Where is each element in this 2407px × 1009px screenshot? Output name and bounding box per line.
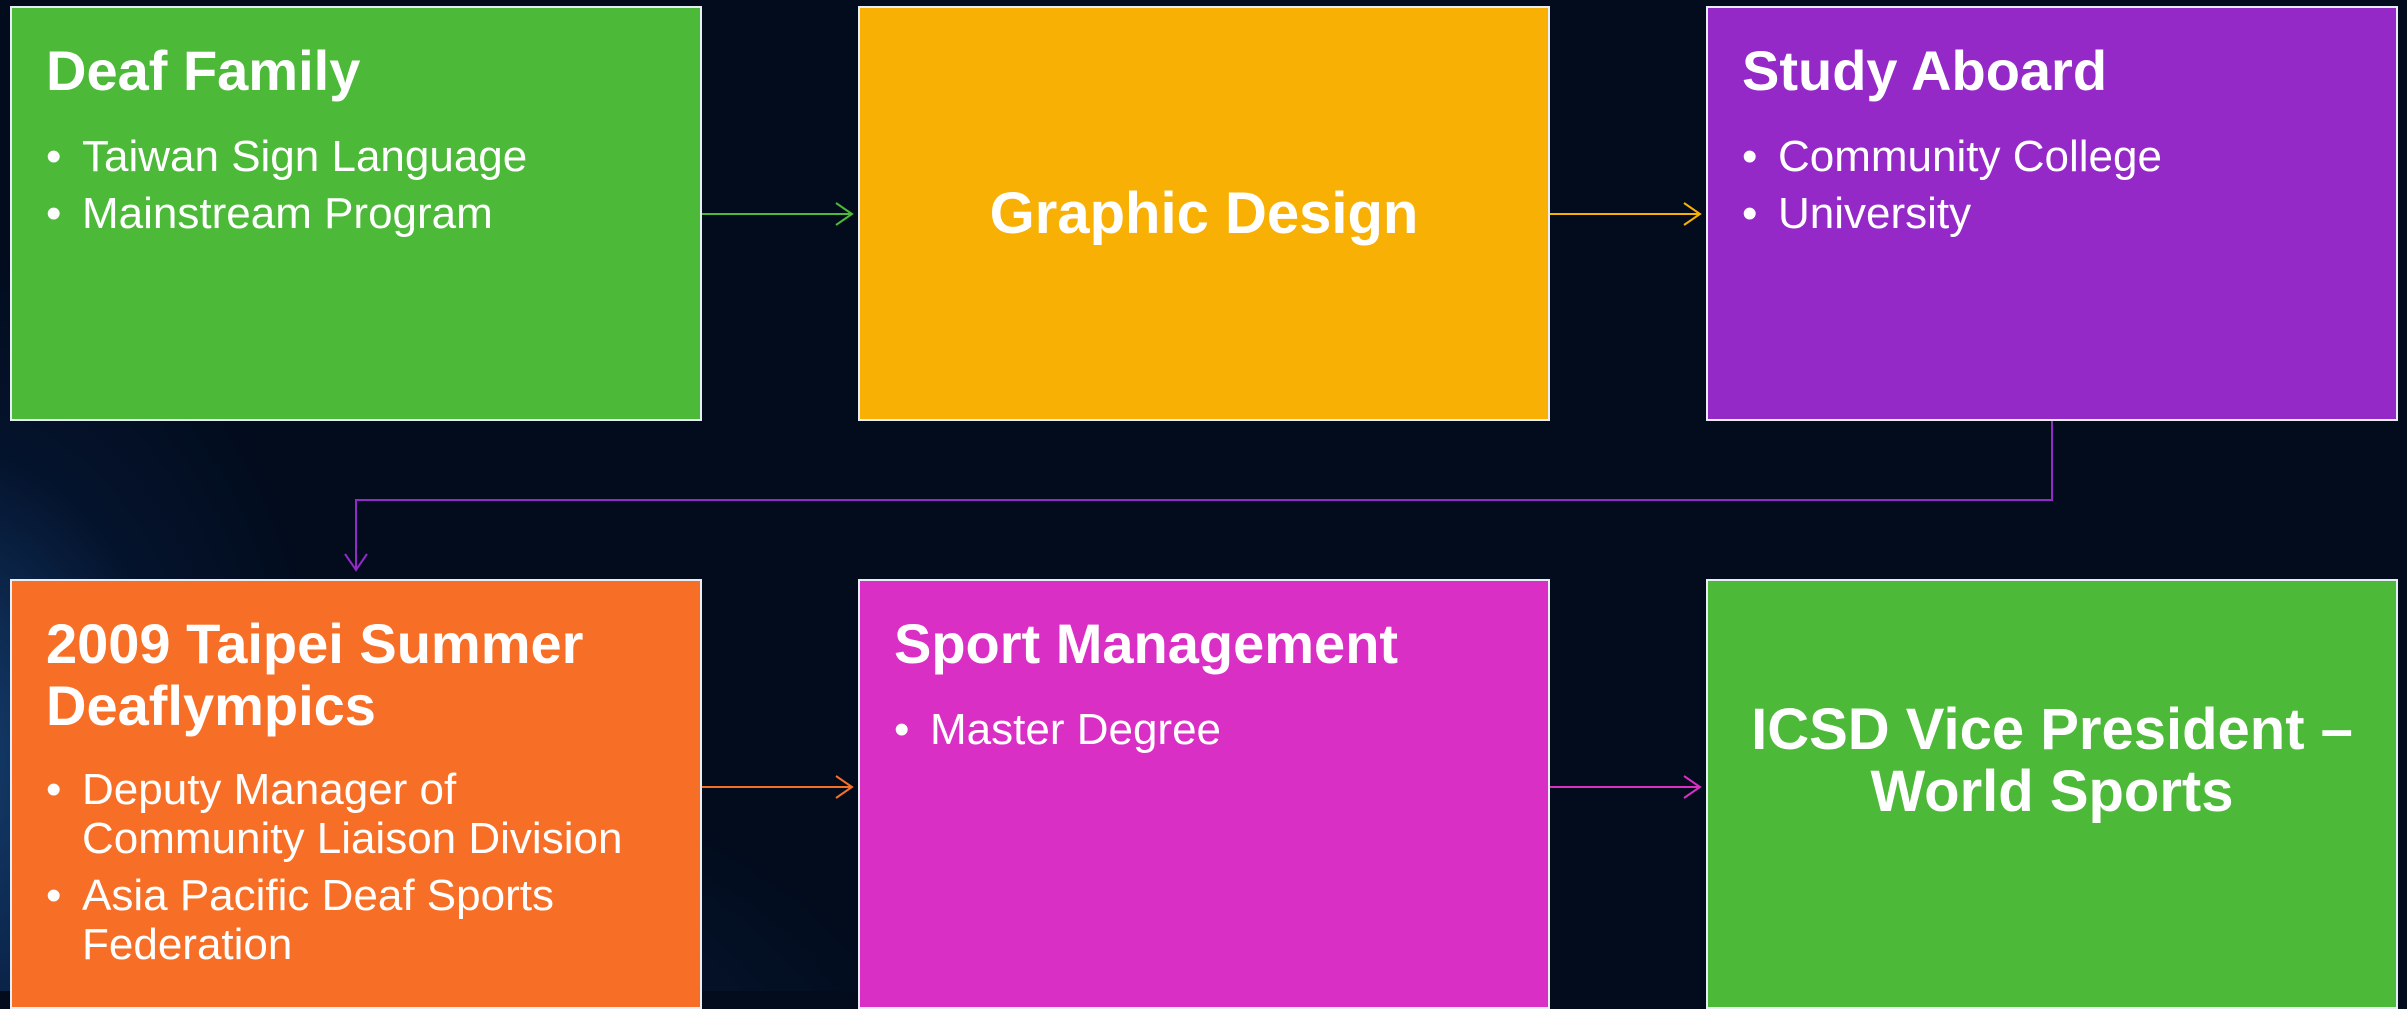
bullet-list: Taiwan Sign Language Mainstream Program (46, 132, 670, 246)
edge-deaf-family-to-graphic-design (702, 202, 854, 226)
node-graphic-design: Graphic Design (858, 6, 1550, 421)
node-deaf-family: Deaf Family Taiwan Sign Language Mainstr… (10, 6, 702, 421)
bullet-list: Master Degree (894, 705, 1518, 762)
bullet-item: Community College (1742, 132, 2366, 181)
node-deaflympics: 2009 Taipei Summer Deaflympics Deputy Ma… (10, 579, 702, 1009)
bullet-item: Deputy Manager of Community Liaison Divi… (46, 765, 670, 863)
bullet-list: Community College University (1742, 132, 2366, 246)
bullet-item: University (1742, 189, 2366, 238)
edge-deaflympics-to-sport-management (702, 775, 854, 799)
node-icsd-vp: ICSD Vice President – World Sports (1706, 579, 2398, 1009)
edge-study-aboard-to-deaflympics (344, 421, 2053, 572)
bullet-list: Deputy Manager of Community Liaison Divi… (46, 765, 670, 977)
node-sport-management: Sport Management Master Degree (858, 579, 1550, 1009)
node-title: Sport Management (894, 612, 1399, 675)
node-title: Deaf Family (46, 39, 361, 102)
bullet-item: Asia Pacific Deaf Sports Federation (46, 871, 670, 969)
node-study-aboard: Study Aboard Community College Universit… (1706, 6, 2398, 421)
node-title: 2009 Taipei Summer Deaflympics (46, 612, 584, 737)
node-title: Study Aboard (1742, 39, 2108, 102)
bullet-item: Mainstream Program (46, 189, 670, 238)
edge-graphic-design-to-study-aboard (1550, 202, 1702, 226)
bullet-item: Taiwan Sign Language (46, 132, 670, 181)
bullet-item: Master Degree (894, 705, 1518, 754)
node-title: Graphic Design (989, 180, 1419, 246)
node-title: ICSD Vice President – World Sports (1751, 697, 2353, 824)
edge-sport-management-to-icsd-vp (1550, 775, 1702, 799)
